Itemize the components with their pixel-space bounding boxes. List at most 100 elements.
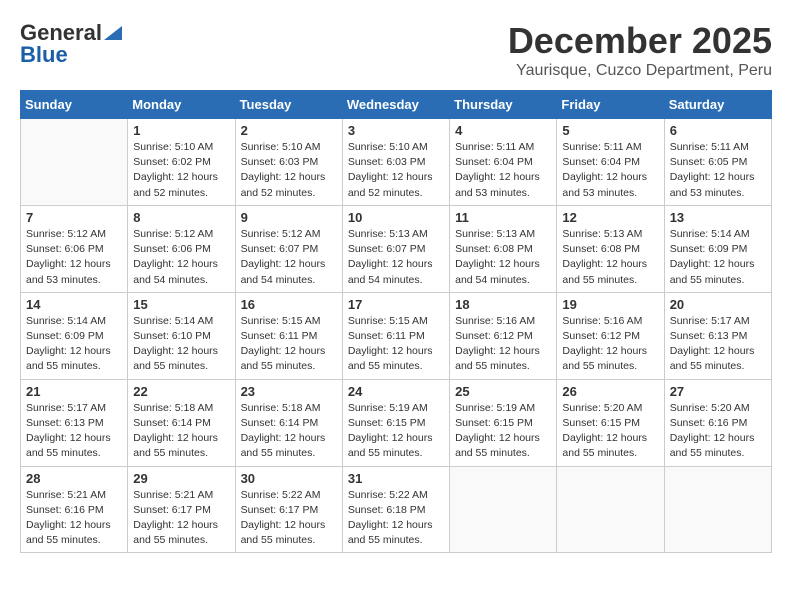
day-number: 4 <box>455 123 551 138</box>
day-number: 23 <box>241 384 337 399</box>
day-number: 10 <box>348 210 444 225</box>
day-info: Sunrise: 5:12 AM Sunset: 6:06 PM Dayligh… <box>26 227 122 288</box>
day-cell: 14 Sunrise: 5:14 AM Sunset: 6:09 PM Dayli… <box>21 292 128 379</box>
day-number: 13 <box>670 210 766 225</box>
day-info: Sunrise: 5:17 AM Sunset: 6:13 PM Dayligh… <box>670 314 766 375</box>
day-info: Sunrise: 5:11 AM Sunset: 6:04 PM Dayligh… <box>562 140 658 201</box>
day-cell <box>664 466 771 553</box>
day-number: 2 <box>241 123 337 138</box>
header: General Blue December 2025 Yaurisque, Cu… <box>20 20 772 80</box>
day-info: Sunrise: 5:14 AM Sunset: 6:09 PM Dayligh… <box>26 314 122 375</box>
day-number: 8 <box>133 210 229 225</box>
day-cell: 2Sunrise: 5:10 AM Sunset: 6:03 PM Daylig… <box>235 119 342 206</box>
day-number: 7 <box>26 210 122 225</box>
day-cell: 1 Sunrise: 5:10 AM Sunset: 6:02 PM Daylig… <box>128 119 235 206</box>
day-number: 9 <box>241 210 337 225</box>
day-number: 11 <box>455 210 551 225</box>
day-info: Sunrise: 5:15 AM Sunset: 6:11 PM Dayligh… <box>348 314 444 375</box>
day-info: Sunrise: 5:19 AM Sunset: 6:15 PM Dayligh… <box>455 401 551 462</box>
day-header-saturday: Saturday <box>664 91 771 119</box>
day-cell: 20 Sunrise: 5:17 AM Sunset: 6:13 PM Dayli… <box>664 292 771 379</box>
day-cell: 13 Sunrise: 5:14 AM Sunset: 6:09 PM Dayli… <box>664 205 771 292</box>
week-row-3: 21Sunrise: 5:17 AM Sunset: 6:13 PM Dayli… <box>21 379 772 466</box>
day-number: 22 <box>133 384 229 399</box>
day-cell: 7 Sunrise: 5:12 AM Sunset: 6:06 PM Daylig… <box>21 205 128 292</box>
day-cell: 10Sunrise: 5:13 AM Sunset: 6:07 PM Dayli… <box>342 205 449 292</box>
week-row-2: 14 Sunrise: 5:14 AM Sunset: 6:09 PM Dayli… <box>21 292 772 379</box>
day-info: Sunrise: 5:22 AM Sunset: 6:17 PM Dayligh… <box>241 488 337 549</box>
header-row: SundayMondayTuesdayWednesdayThursdayFrid… <box>21 91 772 119</box>
day-number: 14 <box>26 297 122 312</box>
day-cell: 5 Sunrise: 5:11 AM Sunset: 6:04 PM Daylig… <box>557 119 664 206</box>
day-number: 20 <box>670 297 766 312</box>
day-info: Sunrise: 5:19 AM Sunset: 6:15 PM Dayligh… <box>348 401 444 462</box>
day-info: Sunrise: 5:21 AM Sunset: 6:17 PM Dayligh… <box>133 488 229 549</box>
day-cell: 25 Sunrise: 5:19 AM Sunset: 6:15 PM Dayli… <box>450 379 557 466</box>
day-info: Sunrise: 5:21 AM Sunset: 6:16 PM Dayligh… <box>26 488 122 549</box>
day-header-monday: Monday <box>128 91 235 119</box>
day-cell: 6 Sunrise: 5:11 AM Sunset: 6:05 PM Daylig… <box>664 119 771 206</box>
day-number: 26 <box>562 384 658 399</box>
day-cell: 17 Sunrise: 5:15 AM Sunset: 6:11 PM Dayli… <box>342 292 449 379</box>
day-info: Sunrise: 5:17 AM Sunset: 6:13 PM Dayligh… <box>26 401 122 462</box>
day-cell: 11 Sunrise: 5:13 AM Sunset: 6:08 PM Dayli… <box>450 205 557 292</box>
day-cell <box>557 466 664 553</box>
day-number: 25 <box>455 384 551 399</box>
day-cell: 15 Sunrise: 5:14 AM Sunset: 6:10 PM Dayli… <box>128 292 235 379</box>
week-row-1: 7 Sunrise: 5:12 AM Sunset: 6:06 PM Daylig… <box>21 205 772 292</box>
day-info: Sunrise: 5:11 AM Sunset: 6:05 PM Dayligh… <box>670 140 766 201</box>
title-area: December 2025 Yaurisque, Cuzco Departmen… <box>508 20 772 80</box>
day-number: 29 <box>133 471 229 486</box>
day-header-sunday: Sunday <box>21 91 128 119</box>
day-cell: 18 Sunrise: 5:16 AM Sunset: 6:12 PM Dayli… <box>450 292 557 379</box>
day-cell <box>450 466 557 553</box>
day-info: Sunrise: 5:14 AM Sunset: 6:10 PM Dayligh… <box>133 314 229 375</box>
day-number: 12 <box>562 210 658 225</box>
calendar-table: SundayMondayTuesdayWednesdayThursdayFrid… <box>20 90 772 553</box>
day-info: Sunrise: 5:13 AM Sunset: 6:08 PM Dayligh… <box>562 227 658 288</box>
day-info: Sunrise: 5:14 AM Sunset: 6:09 PM Dayligh… <box>670 227 766 288</box>
day-number: 31 <box>348 471 444 486</box>
day-cell: 30Sunrise: 5:22 AM Sunset: 6:17 PM Dayli… <box>235 466 342 553</box>
day-number: 1 <box>133 123 229 138</box>
logo-blue-text: Blue <box>20 42 68 68</box>
day-cell: 22 Sunrise: 5:18 AM Sunset: 6:14 PM Dayli… <box>128 379 235 466</box>
day-cell: 26 Sunrise: 5:20 AM Sunset: 6:15 PM Dayli… <box>557 379 664 466</box>
calendar-title: December 2025 <box>508 20 772 62</box>
day-cell: 4 Sunrise: 5:11 AM Sunset: 6:04 PM Daylig… <box>450 119 557 206</box>
day-number: 5 <box>562 123 658 138</box>
day-number: 15 <box>133 297 229 312</box>
day-number: 24 <box>348 384 444 399</box>
day-info: Sunrise: 5:10 AM Sunset: 6:03 PM Dayligh… <box>348 140 444 201</box>
week-row-4: 28Sunrise: 5:21 AM Sunset: 6:16 PM Dayli… <box>21 466 772 553</box>
day-info: Sunrise: 5:15 AM Sunset: 6:11 PM Dayligh… <box>241 314 337 375</box>
day-info: Sunrise: 5:22 AM Sunset: 6:18 PM Dayligh… <box>348 488 444 549</box>
day-info: Sunrise: 5:13 AM Sunset: 6:08 PM Dayligh… <box>455 227 551 288</box>
day-cell: 8Sunrise: 5:12 AM Sunset: 6:06 PM Daylig… <box>128 205 235 292</box>
week-row-0: 1 Sunrise: 5:10 AM Sunset: 6:02 PM Daylig… <box>21 119 772 206</box>
day-number: 19 <box>562 297 658 312</box>
day-info: Sunrise: 5:20 AM Sunset: 6:15 PM Dayligh… <box>562 401 658 462</box>
day-cell: 23 Sunrise: 5:18 AM Sunset: 6:14 PM Dayli… <box>235 379 342 466</box>
day-cell: 16Sunrise: 5:15 AM Sunset: 6:11 PM Dayli… <box>235 292 342 379</box>
day-info: Sunrise: 5:16 AM Sunset: 6:12 PM Dayligh… <box>455 314 551 375</box>
day-number: 18 <box>455 297 551 312</box>
logo-icon <box>104 22 122 40</box>
day-header-wednesday: Wednesday <box>342 91 449 119</box>
day-info: Sunrise: 5:11 AM Sunset: 6:04 PM Dayligh… <box>455 140 551 201</box>
day-info: Sunrise: 5:10 AM Sunset: 6:02 PM Dayligh… <box>133 140 229 201</box>
day-cell: 29 Sunrise: 5:21 AM Sunset: 6:17 PM Dayli… <box>128 466 235 553</box>
day-cell: 19Sunrise: 5:16 AM Sunset: 6:12 PM Dayli… <box>557 292 664 379</box>
day-number: 6 <box>670 123 766 138</box>
day-cell: 3Sunrise: 5:10 AM Sunset: 6:03 PM Daylig… <box>342 119 449 206</box>
day-info: Sunrise: 5:20 AM Sunset: 6:16 PM Dayligh… <box>670 401 766 462</box>
day-number: 17 <box>348 297 444 312</box>
day-info: Sunrise: 5:18 AM Sunset: 6:14 PM Dayligh… <box>241 401 337 462</box>
day-header-tuesday: Tuesday <box>235 91 342 119</box>
day-cell: 21Sunrise: 5:17 AM Sunset: 6:13 PM Dayli… <box>21 379 128 466</box>
calendar-subtitle: Yaurisque, Cuzco Department, Peru <box>508 62 772 80</box>
day-info: Sunrise: 5:12 AM Sunset: 6:07 PM Dayligh… <box>241 227 337 288</box>
day-cell: 27Sunrise: 5:20 AM Sunset: 6:16 PM Dayli… <box>664 379 771 466</box>
day-header-friday: Friday <box>557 91 664 119</box>
day-info: Sunrise: 5:18 AM Sunset: 6:14 PM Dayligh… <box>133 401 229 462</box>
